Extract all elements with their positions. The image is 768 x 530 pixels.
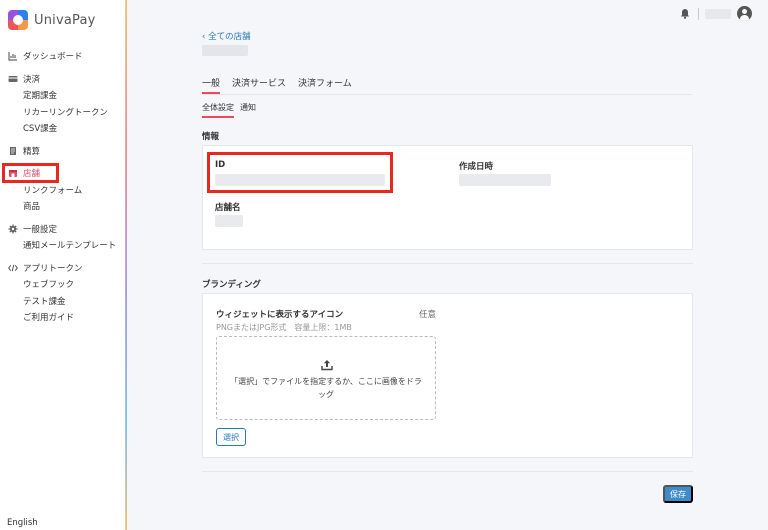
main-tabs: 一般 決済サービス 決済フォーム (202, 76, 352, 94)
sidebar-item-subscriptions[interactable]: 定期課金 (0, 87, 126, 104)
sidebar-item-link-forms[interactable]: リンクフォーム (0, 182, 126, 199)
document-icon (8, 146, 18, 156)
logo-text: UnivaPay (34, 12, 96, 28)
sidebar-item-general-settings[interactable]: 一般設定 (0, 221, 126, 238)
store-name-value-redacted (215, 215, 243, 227)
chart-icon (8, 51, 18, 61)
sidebar-item-products[interactable]: 商品 (0, 198, 126, 215)
sidebar-item-webhooks[interactable]: ウェブフック (0, 276, 126, 293)
sidebar-item-settlement[interactable]: 精算 (0, 143, 126, 160)
select-file-button[interactable]: 選択 (216, 428, 246, 446)
nav-group-general-settings: 一般設定 通知メールテンプレート (0, 221, 126, 254)
store-name-label: 店舗名 (215, 203, 241, 213)
sub-tabs: 全体設定 通知 (202, 102, 256, 118)
bell-icon[interactable] (678, 7, 692, 21)
subtab-notifications[interactable]: 通知 (240, 102, 256, 118)
gear-icon (8, 224, 18, 234)
sidebar-item-email-templates[interactable]: 通知メールテンプレート (0, 237, 126, 254)
sidebar-item-csv-charges[interactable]: CSV課金 (0, 120, 126, 137)
optional-badge: 任意 (419, 310, 437, 320)
sidebar-item-user-guide[interactable]: ご利用ガイド (0, 309, 126, 326)
tab-payment-forms[interactable]: 決済フォーム (298, 76, 352, 94)
footer-divider (202, 471, 693, 472)
topbar (678, 6, 752, 21)
topbar-divider (698, 7, 699, 20)
user-name-redacted[interactable] (705, 8, 731, 19)
sidebar: UnivaPay ダッシュボード 決済 定期課金 リカーリングトークン CSV課… (0, 0, 127, 530)
nav-group-developer: アプリトークン ウェブフック テスト課金 ご利用ガイド (0, 260, 126, 326)
branding-section-title: ブランディング (202, 280, 261, 290)
user-avatar-icon[interactable] (737, 6, 752, 21)
created-at-value-redacted (459, 174, 551, 186)
sidebar-item-dashboard[interactable]: ダッシュボード (0, 48, 126, 65)
language-switch[interactable]: English (7, 518, 38, 528)
upload-icon (321, 359, 333, 371)
info-section-title: 情報 (202, 132, 220, 142)
widget-icon-title: ウィジェットに表示するアイコン (216, 310, 344, 320)
card-icon (8, 74, 18, 84)
nav-group-payments: 決済 定期課金 リカーリングトークン CSV課金 (0, 71, 126, 137)
tab-general[interactable]: 一般 (202, 76, 221, 94)
id-highlight-annotation (207, 152, 393, 193)
sidebar-item-recurring-tokens[interactable]: リカーリングトークン (0, 104, 126, 121)
sidebar-item-app-tokens[interactable]: アプリトークン (0, 260, 126, 277)
logo[interactable]: UnivaPay (8, 9, 96, 31)
section-divider (202, 263, 693, 264)
tabs-divider (202, 94, 692, 95)
univapay-logo-icon (8, 10, 28, 30)
sidebar-item-payments[interactable]: 決済 (0, 71, 126, 88)
tab-payment-services[interactable]: 決済サービス (232, 76, 286, 94)
nav-group-settlement: 精算 (0, 143, 126, 160)
sidebar-nav: ダッシュボード 決済 定期課金 リカーリングトークン CSV課金 精算 店舗 リ… (0, 48, 126, 332)
code-icon (8, 263, 18, 273)
file-format-hint: PNGまたはJPG形式 容量上限：1MB (216, 323, 352, 332)
store-title-redacted (202, 45, 248, 56)
save-button[interactable]: 保存 (663, 485, 693, 503)
branding-card: ウィジェットに表示するアイコン 任意 PNGまたはJPG形式 容量上限：1MB … (202, 293, 693, 458)
image-dropzone[interactable]: 「選択」でファイルを指定するか、ここに画像をドラッグ (216, 336, 436, 420)
created-at-label: 作成日時 (459, 162, 494, 172)
back-to-all-stores-link[interactable]: ‹ 全ての店舗 (202, 30, 251, 42)
subtab-overall-settings[interactable]: 全体設定 (202, 102, 234, 118)
dropzone-instructions: 「選択」でファイルを指定するか、ここに画像をドラッグ (230, 377, 422, 399)
nav-group-dashboard: ダッシュボード (0, 48, 126, 65)
stores-highlight-annotation (2, 163, 59, 183)
sidebar-item-test-charges[interactable]: テスト課金 (0, 293, 126, 310)
